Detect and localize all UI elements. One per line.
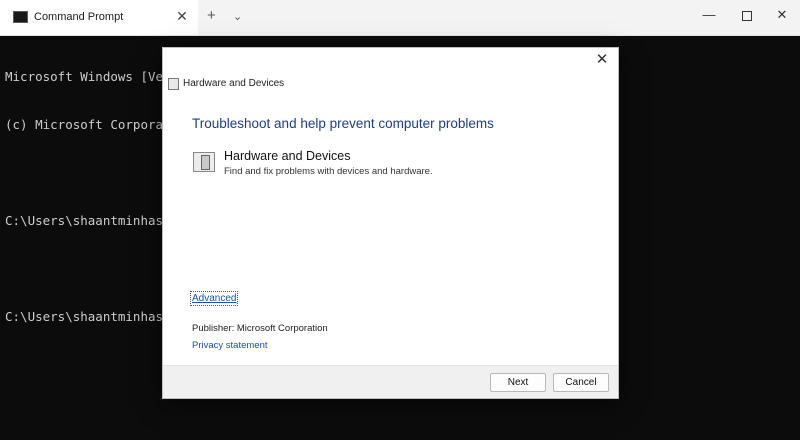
dialog-close-button[interactable]: ✕ — [594, 52, 610, 68]
maximize-button[interactable] — [735, 5, 759, 25]
troubleshooter-dialog: ✕ Hardware and Devices Troubleshoot and … — [162, 47, 619, 399]
minimize-button[interactable]: — — [697, 5, 721, 25]
tab-close-button[interactable]: ✕ — [175, 8, 189, 24]
advanced-link[interactable]: Advanced — [189, 291, 239, 306]
dialog-title: Hardware and Devices — [183, 78, 285, 89]
new-tab-button[interactable]: + — [207, 8, 216, 24]
troubleshooter-icon — [168, 78, 179, 90]
tab-command-prompt[interactable]: Command Prompt ✕ — [0, 0, 198, 35]
next-button[interactable]: Next — [490, 373, 546, 392]
privacy-statement-link[interactable]: Privacy statement — [192, 340, 268, 351]
troubleshooter-item-description: Find and fix problems with devices and h… — [224, 166, 433, 177]
tab-title: Command Prompt — [34, 11, 124, 23]
window-close-button[interactable]: ✕ — [770, 5, 794, 25]
maximize-icon — [742, 10, 752, 21]
troubleshooter-item-title: Hardware and Devices — [224, 149, 351, 163]
cancel-button[interactable]: Cancel — [553, 373, 609, 392]
dialog-heading: Troubleshoot and help prevent computer p… — [192, 116, 494, 131]
hardware-devices-icon — [193, 152, 215, 172]
dialog-footer: Next Cancel — [163, 365, 618, 398]
terminal-icon — [13, 11, 28, 23]
publisher-text: Publisher: Microsoft Corporation — [192, 323, 328, 334]
terminal-titlebar: Command Prompt ✕ + ⌄ — ✕ — [0, 0, 800, 36]
tab-dropdown-button[interactable]: ⌄ — [233, 9, 242, 25]
